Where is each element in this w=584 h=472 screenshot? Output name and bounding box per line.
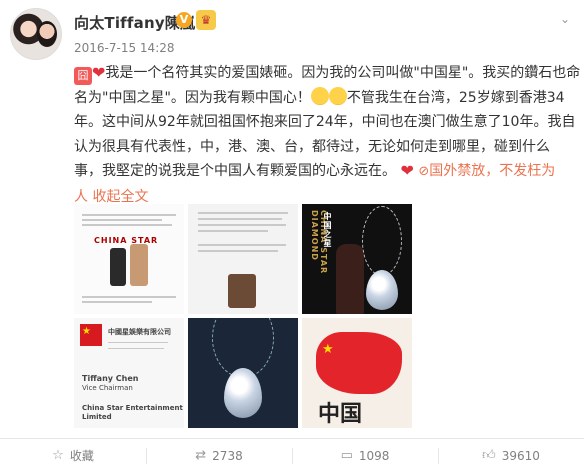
photo-thumbnail[interactable]	[188, 318, 298, 428]
photo-thumbnail[interactable]: CHINA STAR	[74, 204, 184, 314]
comment-icon: ▭	[340, 448, 353, 463]
repost-count: 2738	[212, 448, 243, 463]
heart-emoji-icon: ❤	[400, 161, 414, 180]
favorite-button[interactable]: ☆ 收藏	[0, 439, 146, 472]
face-emoji-icon	[310, 86, 329, 105]
photo-card-footer: China Star Entertainment Limited	[82, 404, 183, 421]
photo-thumbnail[interactable]	[188, 204, 298, 314]
member-crown-icon: ♛	[196, 10, 216, 30]
link-icon: ⊘	[418, 164, 430, 179]
favorite-label: 收藏	[69, 449, 94, 463]
repost-button[interactable]: ⇄ 2738	[146, 439, 292, 472]
thumbs-up-icon: 👍︎	[482, 448, 496, 463]
photo-thumbnail[interactable]: ★ 中国	[302, 318, 412, 428]
photo-card-company: 中國星娛樂有限公司	[108, 328, 171, 336]
photo-china-text: 中国	[318, 401, 363, 427]
post-line: 名为"中国之星"。因为我有颗中国心！	[74, 89, 311, 106]
ji-emoji-icon: 囧	[74, 67, 92, 85]
like-button[interactable]: 👍︎ 39610	[438, 439, 584, 472]
collapse-button[interactable]: 收起全文	[92, 189, 148, 205]
face-emoji-icon	[328, 86, 347, 105]
post-line: 认为很具有代表性，中，港、澳、台，都待过，无论如何走到哪里，碰到什么	[74, 138, 550, 155]
post-line: 事，我堅定的说我是个中国人有颗爱国的心永远在。	[74, 163, 396, 179]
like-count: 39610	[501, 448, 540, 463]
topic-link-cont[interactable]: 人	[74, 189, 88, 205]
photo-card-title: Vice Chairman	[82, 384, 133, 392]
avatar[interactable]	[10, 8, 62, 60]
photo-logo-text: CHINA STAR	[94, 236, 159, 245]
chevron-down-icon[interactable]: ⌄	[560, 12, 570, 26]
post-timestamp[interactable]: 2016-7-15 14:28	[74, 41, 175, 55]
photo-card-name: Tiffany Chen	[82, 374, 139, 383]
heart-emoji-icon: ❤	[92, 63, 106, 82]
action-bar: ☆ 收藏 ⇄ 2738 ▭ 1098 👍︎ 39610	[0, 438, 584, 472]
post-line: 我是一个名符其实的爱国婊砸。因为我的公司叫做"中国星"。我买的鑽石也命	[105, 65, 581, 81]
photo-thumbnail[interactable]: CHINA STAR DIAMOND 中国之星	[302, 204, 412, 314]
photo-vertical-text-cn: 中国之星	[323, 212, 332, 248]
comment-button[interactable]: ▭ 1098	[292, 439, 438, 472]
post-line: 年。这中间从92年就回祖国怀抱来回了24年，中间也在澳门做生意了10年。我自	[74, 114, 576, 130]
verified-badge-icon: V	[176, 12, 192, 28]
post-body: 囧 ❤我是一个名符其实的爱国婊砸。因为我的公司叫做"中国星"。我买的鑽石也命 名为…	[74, 61, 580, 209]
star-icon: ☆	[52, 448, 64, 463]
topic-link[interactable]: 国外禁放，不发枉为	[429, 163, 555, 179]
comment-count: 1098	[358, 448, 390, 463]
repost-icon: ⇄	[195, 448, 207, 463]
post-line: 不管我生在台湾，25岁嫁到香港34	[346, 89, 565, 106]
photo-thumbnail[interactable]: ★ 中國星娛樂有限公司 Tiffany Chen Vice Chairman C…	[74, 318, 184, 428]
